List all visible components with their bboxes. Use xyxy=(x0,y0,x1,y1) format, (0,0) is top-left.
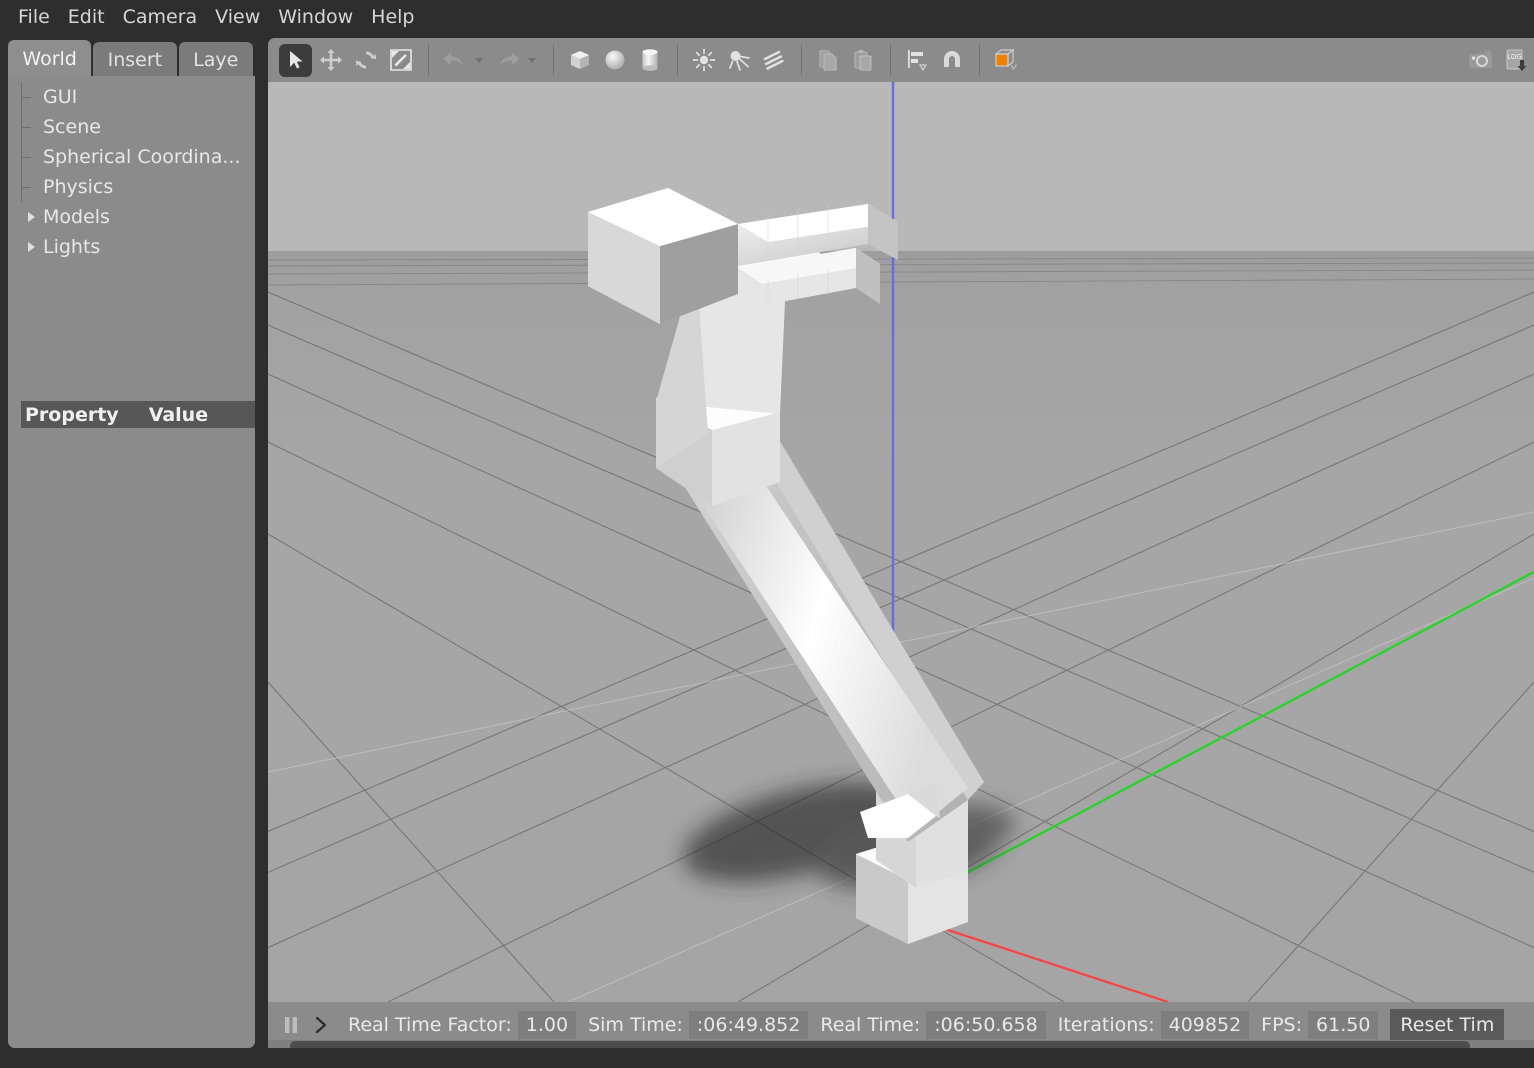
tree-item-lights[interactable]: Lights xyxy=(8,232,255,262)
pause-icon[interactable] xyxy=(276,1010,306,1040)
toolbar-separator xyxy=(890,45,891,75)
tree-item-label: Physics xyxy=(43,176,114,198)
menu-item-camera[interactable]: Camera xyxy=(114,4,207,30)
real-time-value[interactable]: :06:50.658 xyxy=(926,1011,1046,1039)
world-tree: GUI Scene Spherical Coordina... Physics … xyxy=(8,76,255,436)
tree-item-label: Models xyxy=(43,206,110,228)
toolbar-separator xyxy=(553,45,554,75)
menu-item-file[interactable]: File xyxy=(9,4,59,30)
point-light-icon[interactable] xyxy=(687,44,720,77)
sim-time-label: Sim Time: xyxy=(588,1014,683,1036)
directional-light-icon[interactable] xyxy=(757,44,790,77)
arm-gripper xyxy=(738,204,898,310)
copy-icon[interactable] xyxy=(811,44,844,77)
toolbar-separator xyxy=(677,45,678,75)
snap-magnet-icon[interactable] xyxy=(935,44,968,77)
tree-item-physics[interactable]: Physics xyxy=(8,172,255,202)
tree-item-label: Spherical Coordina... xyxy=(43,146,241,168)
view-angle-cube-icon[interactable] xyxy=(989,44,1022,77)
menu-item-edit[interactable]: Edit xyxy=(59,4,114,30)
tab-layers[interactable]: Laye xyxy=(178,42,253,78)
tree-item-gui[interactable]: GUI xyxy=(8,82,255,112)
tree-item-label: Lights xyxy=(43,236,101,258)
gazebo-window: File Edit Camera View Window Help World … xyxy=(0,0,1534,1068)
column-header-property: Property xyxy=(25,403,119,426)
tree-item-label: Scene xyxy=(43,116,101,138)
toolbar-separator xyxy=(428,45,429,75)
column-header-value: Value xyxy=(148,403,209,426)
tree-item-scene[interactable]: Scene xyxy=(8,112,255,142)
tree-branch-line xyxy=(21,82,32,112)
svg-text:LOG: LOG xyxy=(1507,53,1522,61)
tree-branch-line xyxy=(21,142,32,172)
reset-time-button[interactable]: Reset Tim xyxy=(1390,1009,1505,1041)
left-panel: World Insert Laye GUI Scene Spherical Co… xyxy=(8,38,255,1048)
real-time-factor-value[interactable]: 1.00 xyxy=(517,1011,577,1039)
menu-item-view[interactable]: View xyxy=(206,4,269,30)
tree-item-spherical-coordinates[interactable]: Spherical Coordina... xyxy=(8,142,255,172)
real-time-factor-label: Real Time Factor: xyxy=(348,1014,512,1036)
property-table-body xyxy=(8,428,255,1048)
menu-bar: File Edit Camera View Window Help xyxy=(0,0,1534,33)
property-table-header: Property Value xyxy=(21,401,255,428)
undo-dropdown-icon[interactable] xyxy=(475,57,483,63)
toolbar-separator xyxy=(979,45,980,75)
left-panel-tabbar: World Insert Laye xyxy=(8,38,255,78)
menu-item-window[interactable]: Window xyxy=(269,4,362,30)
real-time-label: Real Time: xyxy=(820,1014,921,1036)
tree-branch-line xyxy=(21,172,32,202)
undo-icon[interactable] xyxy=(438,44,471,77)
cylinder-icon[interactable] xyxy=(633,44,666,77)
scale-mode-icon[interactable] xyxy=(384,44,417,77)
render-viewport[interactable] xyxy=(268,82,1534,1002)
tree-branch-line xyxy=(21,112,32,142)
iterations-label: Iterations: xyxy=(1057,1014,1155,1036)
redo-icon[interactable] xyxy=(491,44,524,77)
sphere-icon[interactable] xyxy=(598,44,631,77)
select-mode-icon[interactable] xyxy=(279,43,312,77)
tab-world[interactable]: World xyxy=(8,40,92,78)
tab-insert[interactable]: Insert xyxy=(93,42,177,78)
fps-label: FPS: xyxy=(1261,1014,1303,1036)
redo-dropdown-icon[interactable] xyxy=(528,57,536,63)
box-icon[interactable] xyxy=(563,44,596,77)
screenshot-camera-icon[interactable] xyxy=(1464,44,1497,77)
step-forward-icon[interactable] xyxy=(306,1010,336,1040)
paste-icon[interactable] xyxy=(846,44,879,77)
right-panel: LOG Real Time Factor: 1.00 Sim Time::06… xyxy=(268,38,1534,1048)
tree-item-label: GUI xyxy=(43,86,78,108)
menu-item-help[interactable]: Help xyxy=(362,4,423,30)
spot-light-icon[interactable] xyxy=(722,44,755,77)
fps-value[interactable]: 61.50 xyxy=(1308,1011,1379,1039)
toolbar-separator xyxy=(801,45,802,75)
rotate-mode-icon[interactable] xyxy=(349,44,382,77)
iterations-value[interactable]: 409852 xyxy=(1160,1011,1250,1039)
horizontal-scrollbar-thumb[interactable] xyxy=(290,1041,1470,1048)
align-icon[interactable] xyxy=(900,44,933,77)
robot-arm-model[interactable] xyxy=(268,82,1534,1002)
chevron-right-icon[interactable] xyxy=(28,212,35,222)
translate-mode-icon[interactable] xyxy=(314,44,347,77)
chevron-right-icon[interactable] xyxy=(28,242,35,252)
sim-time-value[interactable]: :06:49.852 xyxy=(688,1011,809,1039)
render-toolbar: LOG xyxy=(268,38,1534,82)
tree-item-models[interactable]: Models xyxy=(8,202,255,232)
log-download-icon[interactable]: LOG xyxy=(1499,44,1532,77)
